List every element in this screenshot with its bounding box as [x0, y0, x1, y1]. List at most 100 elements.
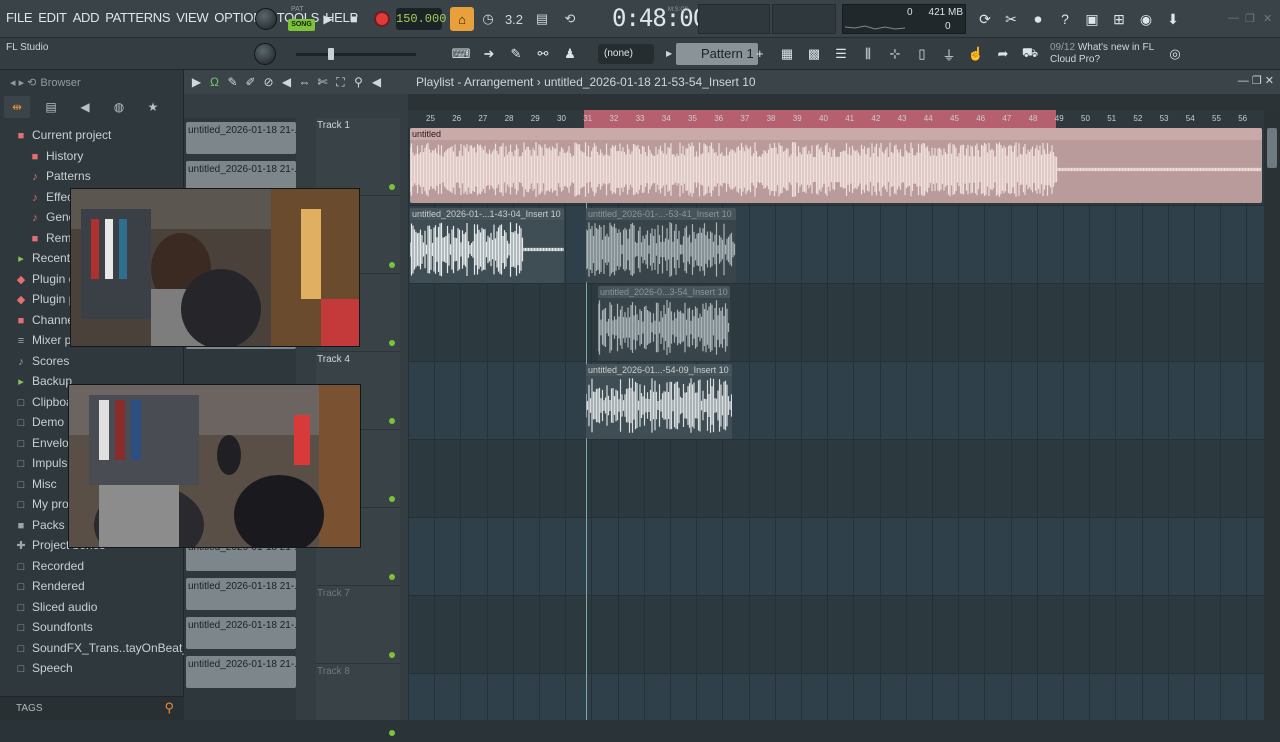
clip-label[interactable]: untitled_2026-01-...1-43-04_Insert 10 — [410, 208, 564, 220]
master-pitch-knob[interactable] — [254, 43, 276, 65]
record-button[interactable] — [371, 8, 393, 30]
touch-button[interactable]: ☝ — [965, 43, 987, 65]
track-enable-led[interactable] — [389, 262, 395, 268]
loop-record-button[interactable]: ⟲ — [558, 7, 582, 31]
save-button[interactable]: ▣ — [1081, 8, 1103, 30]
browser-item[interactable]: □ SoundFX_Trans..tayOnBeat_com — [0, 638, 184, 659]
browser-item[interactable]: □ Recorded — [0, 556, 184, 577]
search-icon[interactable]: ⚲ — [164, 700, 174, 716]
browser-item[interactable]: ♪ Patterns — [0, 166, 184, 187]
delete-icon[interactable]: ⊘ — [262, 74, 275, 90]
stop-button[interactable]: ■ — [343, 8, 365, 30]
undo-button[interactable]: ⟳ — [974, 8, 996, 30]
draw-icon[interactable]: ✎ — [226, 74, 239, 90]
song-time-display[interactable]: 0:48:00 — [612, 4, 707, 32]
add-pattern-button[interactable]: + — [756, 43, 768, 65]
pattern-select[interactable]: Pattern 1 — [676, 43, 758, 65]
clip-label[interactable]: untitled — [410, 128, 1262, 140]
audio-clip[interactable]: untitled_2026-01...-54-09_Insert 10 — [586, 364, 732, 439]
menu-file[interactable]: FILE — [6, 10, 33, 25]
stamp-button[interactable]: ♟ — [559, 43, 581, 65]
channel-rack-button[interactable]: ☰ — [830, 43, 852, 65]
wait-input-button[interactable]: ◷ — [476, 7, 500, 31]
close-icon[interactable]: ✕ — [1263, 12, 1272, 25]
plugin-button[interactable]: ⏚ — [938, 43, 960, 65]
track-enable-led[interactable] — [389, 418, 395, 424]
track-lane[interactable] — [408, 362, 1264, 440]
menu-edit[interactable]: EDIT — [38, 10, 67, 25]
snap-select[interactable]: (none) — [598, 44, 654, 64]
mixer-view-button[interactable]: ⫼ — [857, 43, 879, 65]
track-enable-led[interactable] — [389, 184, 395, 190]
minimize-icon[interactable]: — — [1228, 12, 1239, 24]
menu-add[interactable]: ADD — [73, 10, 100, 25]
tab-plugins[interactable]: ◀ — [72, 96, 98, 118]
help-button[interactable]: ? — [1054, 8, 1076, 30]
countdown-button[interactable]: 3.2 — [502, 7, 526, 31]
mixer-button[interactable]: ⊞ — [1108, 8, 1130, 30]
master-slider[interactable] — [296, 48, 416, 60]
track-lane[interactable] — [408, 596, 1264, 674]
tab-current-project[interactable]: ▤ — [38, 96, 64, 118]
browser-item[interactable]: □ Rendered — [0, 576, 184, 597]
mute-icon[interactable]: ◀ — [280, 74, 293, 90]
pencil-tool-button[interactable]: ✎ — [505, 43, 527, 65]
timeline-ruler[interactable]: 25 26 27 28 29 30 31 32 33 34 35 36 37 38 39 40 41 42 43 44… — [408, 110, 1264, 128]
mic-button[interactable]: ⏺ — [1027, 8, 1049, 30]
cut-button[interactable]: ✂ — [1000, 8, 1022, 30]
playlist-window-controls[interactable]: — ❐ ✕ — [1238, 74, 1274, 87]
clip-source-item[interactable]: untitled_2026-01-18 21-... — [186, 122, 296, 154]
clip-source-item[interactable]: untitled_2026-01-18 21-... — [186, 578, 296, 610]
file-button[interactable]: ▯ — [911, 43, 933, 65]
audio-clip[interactable]: untitled — [410, 128, 1262, 203]
play-button[interactable]: ▶ — [317, 8, 339, 30]
pat-song-toggle[interactable]: PAT SONG — [288, 6, 316, 32]
audio-clip[interactable]: untitled_2026-0...3-54_Insert 10 — [598, 286, 730, 361]
track-header[interactable]: Track 1 — [316, 118, 400, 196]
link-button[interactable]: ⚯ — [532, 43, 554, 65]
select-icon[interactable]: ⛶ — [334, 74, 347, 90]
browser-item[interactable]: □ Sliced audio — [0, 597, 184, 618]
track-enable-led[interactable] — [389, 730, 395, 736]
browser-item[interactable]: ♪ Scores — [0, 351, 184, 372]
track-lane[interactable] — [408, 284, 1264, 362]
tab-all[interactable]: ⇹ — [4, 96, 30, 118]
chat-button[interactable]: ◉ — [1135, 8, 1157, 30]
tab-favorites[interactable]: ★ — [140, 96, 166, 118]
track-lane[interactable] — [408, 518, 1264, 596]
audio-clip[interactable]: untitled_2026-01-...1-43-04_Insert 10 — [410, 208, 564, 283]
shop-button[interactable]: ⛟ — [1019, 43, 1041, 65]
restore-icon[interactable]: ❐ — [1245, 12, 1255, 25]
routing-button[interactable]: ⊹ — [884, 43, 906, 65]
clip-source-item[interactable]: untitled_2026-01-18 21-... — [186, 656, 296, 688]
browser-arrows-icon[interactable]: ◂ ▸ ⟲ — [10, 77, 36, 89]
clip-label[interactable]: untitled_2026-0...3-54_Insert 10 — [598, 286, 730, 298]
audio-clip[interactable]: untitled_2026-01-...-53-41_Insert 10 — [586, 208, 736, 283]
magnet-icon[interactable]: Ω — [208, 74, 221, 90]
slip-icon[interactable]: ⇔ — [298, 74, 311, 90]
metronome-button[interactable]: ⌂ — [450, 7, 474, 31]
scroll-thumb[interactable] — [1267, 128, 1277, 168]
track-enable-led[interactable] — [389, 652, 395, 658]
arrow-tool-button[interactable]: ➜ — [478, 43, 500, 65]
browser-item[interactable]: □ Soundfonts — [0, 617, 184, 638]
tempo-display[interactable]: 150.000 — [396, 8, 446, 30]
web-button[interactable]: ◎ — [1164, 43, 1186, 65]
step-seq-button[interactable]: ▩ — [803, 43, 825, 65]
track-header[interactable]: Track 7 — [316, 586, 400, 664]
slice-icon[interactable]: ✄ — [316, 74, 329, 90]
playlist-button[interactable]: ▦ — [776, 43, 798, 65]
track-lane[interactable] — [408, 440, 1264, 518]
browser-item[interactable]: □ Speech — [0, 658, 184, 679]
step-edit-button[interactable]: ▤ — [530, 7, 554, 31]
clip-label[interactable]: untitled_2026-01-...-53-41_Insert 10 — [586, 208, 736, 220]
pattern-prev-icon[interactable]: ▶ — [666, 49, 672, 58]
menu-patterns[interactable]: PATTERNS — [105, 10, 170, 25]
browser-item[interactable]: ■ Current project — [0, 125, 184, 146]
arrangement-grid[interactable]: untitled untitled_2026-01-...1-43-04_Inse… — [408, 128, 1264, 720]
master-volume-knob[interactable] — [255, 8, 277, 30]
piano-roll-button[interactable]: ⌨ — [450, 43, 472, 65]
browser-item[interactable]: ■ History — [0, 146, 184, 167]
playback-icon[interactable]: ◀ — [370, 74, 383, 90]
tab-database[interactable]: ◍ — [106, 96, 132, 118]
